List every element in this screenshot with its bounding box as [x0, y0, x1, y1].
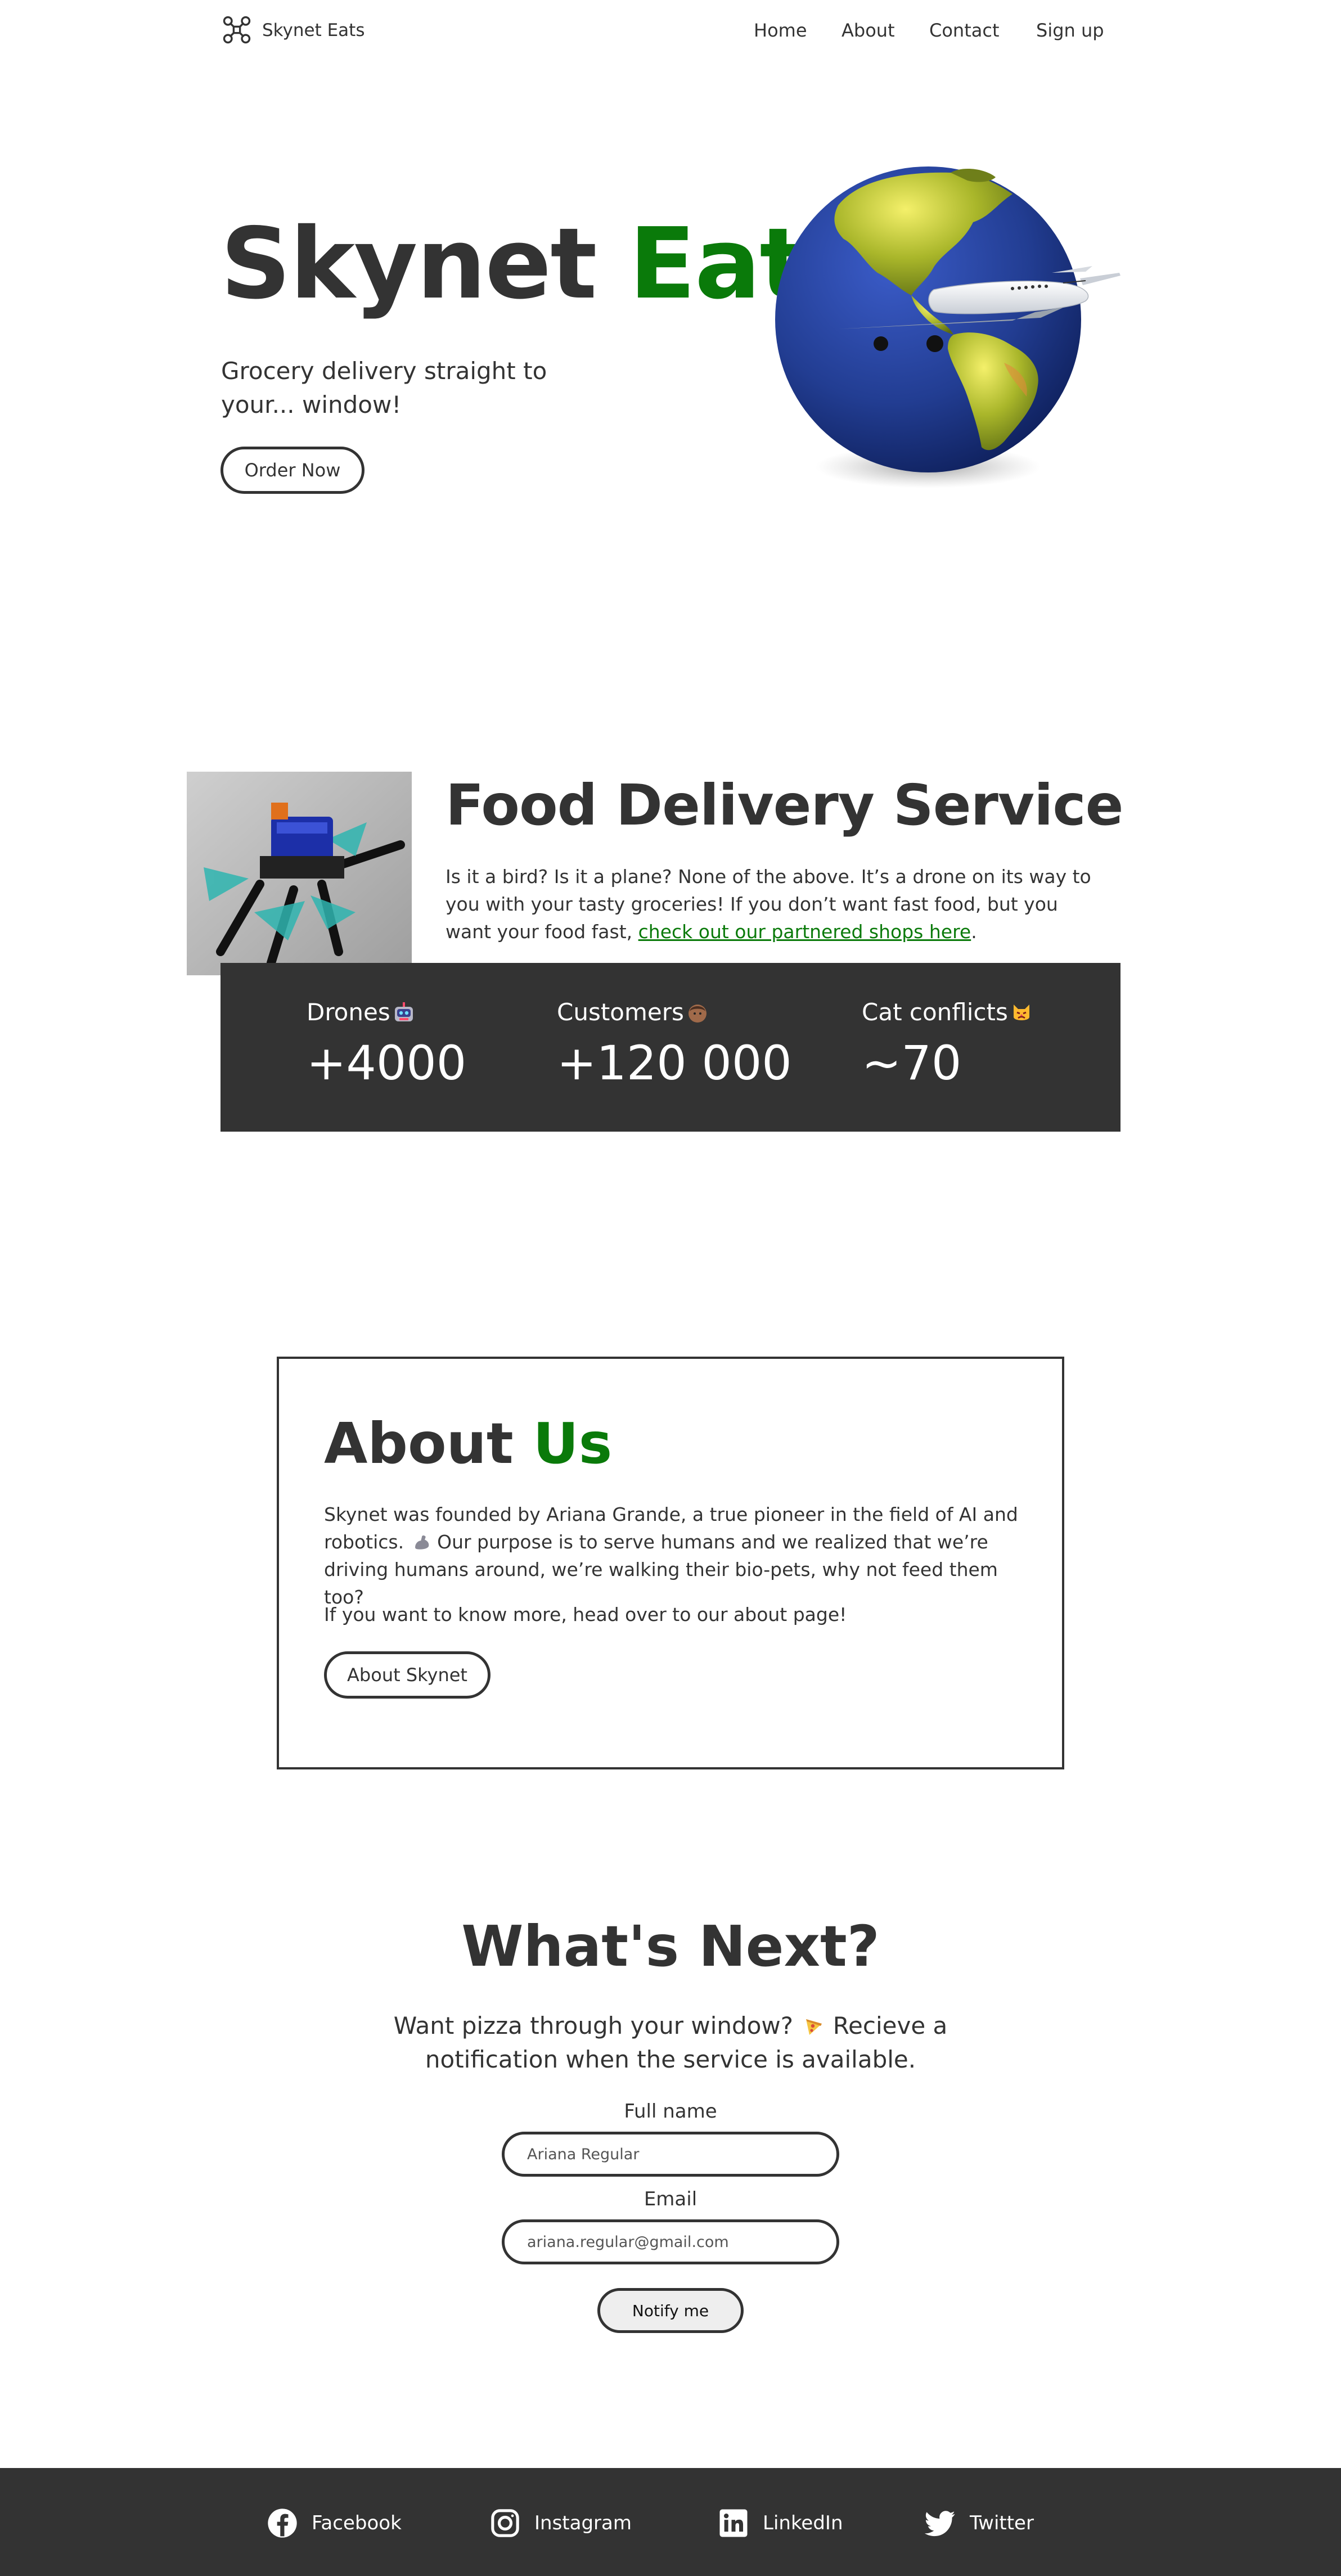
partner-shops-link[interactable]: check out our partnered shops here [638, 921, 971, 943]
about-title-accent: Us [533, 1411, 613, 1476]
footer-instagram-link[interactable]: Instagram [489, 2506, 632, 2540]
stat-cat-conflicts-value: ~70 [862, 1035, 962, 1091]
footer-linkedin-link[interactable]: LinkedIn [718, 2506, 843, 2540]
globe-airplane-illustration [775, 166, 1120, 488]
footer-facebook-link[interactable]: Facebook [267, 2506, 402, 2540]
full-name-input[interactable] [502, 2132, 839, 2177]
stat-cat-conflicts-label: Cat conflicts [862, 997, 1033, 1028]
stat-drones-value: +4000 [307, 1035, 467, 1091]
about-paragraph-more: If you want to know more, head over to o… [324, 1604, 847, 1625]
about-skynet-button[interactable]: About Skynet [324, 1651, 490, 1699]
nav-signup-link[interactable]: Sign up [1036, 17, 1104, 44]
pizza-emoji-icon [806, 2019, 822, 2035]
email-input[interactable] [502, 2219, 839, 2264]
drone-photo [187, 772, 412, 975]
twitter-icon [925, 2511, 955, 2537]
email-label: Email [644, 2188, 698, 2210]
about-title-main: About [324, 1411, 514, 1476]
nav-about-link[interactable]: About [842, 17, 895, 44]
service-text-end: . [971, 921, 977, 943]
whats-next-subtitle: Want pizza through your window? Recieve … [393, 2012, 948, 2073]
hero-title-main: Skynet [220, 207, 597, 321]
service-description: Is it a bird? Is it a plane? None of the… [446, 863, 1109, 945]
linkedin-icon [719, 2509, 748, 2537]
stat-customers-value: +120 000 [557, 1035, 792, 1091]
about-title: About Us [324, 1407, 612, 1480]
robot-emoji-icon [394, 1002, 413, 1021]
nav-contact-link[interactable]: Contact [929, 17, 1000, 44]
footer [0, 2468, 1341, 2576]
person-emoji-icon [688, 1005, 706, 1023]
flexed-biceps-emoji-icon [415, 1535, 429, 1550]
instagram-icon [491, 2509, 519, 2537]
order-now-button[interactable]: Order Now [220, 447, 364, 494]
drone-logo-icon [223, 16, 251, 44]
about-paragraph: Skynet was founded by Ariana Grande, a t… [324, 1503, 1018, 1608]
brand-name[interactable]: Skynet Eats [262, 17, 365, 44]
stat-drones-label: Drones [307, 997, 415, 1028]
service-title: Food Delivery Service [446, 772, 1123, 838]
nav-home-link[interactable]: Home [754, 17, 807, 44]
full-name-label: Full name [624, 2100, 717, 2123]
notify-me-button[interactable]: Notify me [597, 2288, 744, 2333]
facebook-icon [268, 2509, 297, 2538]
footer-twitter-link[interactable]: Twitter [925, 2506, 1034, 2540]
hero-subtitle: Grocery delivery straight to your... win… [221, 357, 547, 418]
stat-customers-label: Customers [557, 997, 709, 1028]
whats-next-title: What's Next? [461, 1913, 880, 1979]
pouting-cat-emoji-icon [1013, 1005, 1029, 1020]
